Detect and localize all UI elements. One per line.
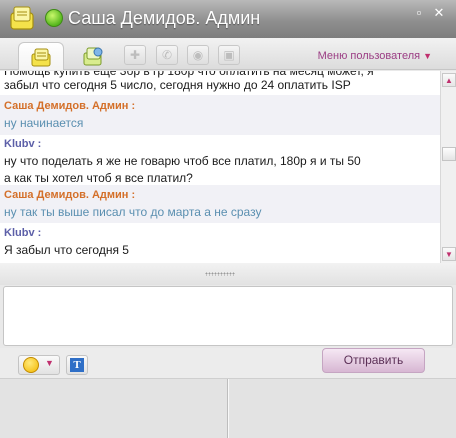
message-text: ну что поделать я же не говарю чтоб все … xyxy=(4,154,361,168)
chat-history[interactable]: Помощь купить еще 3бр в гр 180р что опла… xyxy=(0,71,440,263)
app-logo-icon xyxy=(8,5,38,33)
message-block-klubv: Klubv : ну что поделать я же не говарю ч… xyxy=(0,135,440,185)
scrollbar-thumb[interactable] xyxy=(442,147,456,161)
message-input-box xyxy=(3,286,453,346)
message-sender: Klubv : xyxy=(4,138,42,150)
message-text: ну начинается xyxy=(4,116,84,130)
message-block-admin: Саша Демидов. Админ : ну так ты выше пис… xyxy=(0,185,440,223)
send-button[interactable]: Отправить xyxy=(322,348,425,373)
panel-splitter[interactable] xyxy=(0,263,456,285)
scroll-up-icon[interactable]: ▲ xyxy=(442,73,456,87)
message-sender: Саша Демидов. Админ : xyxy=(4,189,136,201)
online-status-icon[interactable] xyxy=(45,9,63,27)
history-tab-icon xyxy=(83,47,103,66)
video-icon[interactable]: ◉ xyxy=(187,45,209,65)
phone-icon[interactable]: ✆ xyxy=(156,45,178,65)
chevron-down-icon: ▼ xyxy=(423,51,432,61)
drag-handle-icon[interactable] xyxy=(205,272,235,276)
emoticon-button[interactable]: ▼ xyxy=(18,355,60,375)
photo-icon[interactable]: ▣ xyxy=(218,45,240,65)
smiley-icon xyxy=(23,357,39,373)
chat-tab-icon xyxy=(31,48,51,67)
close-icon[interactable]: ✕ xyxy=(432,6,446,20)
message-sender: Klubv : xyxy=(4,227,42,239)
user-menu-label: Меню пользователя xyxy=(317,50,421,62)
message-text: забыл что сегодня 5 число, сегодня нужно… xyxy=(4,78,351,92)
message-block-admin: Саша Демидов. Админ : ну начинается xyxy=(0,95,440,135)
minimize-icon[interactable]: ▫ xyxy=(412,6,426,20)
scroll-down-icon[interactable]: ▼ xyxy=(442,247,456,261)
add-contact-icon[interactable]: ✚ xyxy=(124,45,146,65)
window-title: Саша Демидов. Админ xyxy=(68,8,261,28)
message-block-klubv: Klubv : Я забыл что сегодня 5 xyxy=(0,223,440,263)
message-sender: Саша Демидов. Админ : xyxy=(4,100,136,112)
chat-toolbar: ✚ ✆ ◉ ▣ Меню пользователя ▼ xyxy=(0,38,456,70)
title-bar: Саша Демидов. Админ ▫ ✕ xyxy=(0,0,456,38)
tab-history[interactable] xyxy=(70,42,116,70)
message-text: ну так ты выше писал что до марта а не с… xyxy=(4,205,262,219)
user-menu-button[interactable]: Меню пользователя ▼ xyxy=(318,50,432,62)
chat-scrollbar[interactable]: ▲ ▼ xyxy=(440,71,456,263)
text-format-icon: T xyxy=(70,358,84,372)
chevron-down-icon: ▼ xyxy=(45,358,54,368)
footer-divider-highlight xyxy=(228,379,229,438)
tab-chat[interactable] xyxy=(18,42,64,70)
message-text: Я забыл что сегодня 5 xyxy=(4,243,129,257)
text-format-button[interactable]: T xyxy=(66,355,88,375)
footer-panel xyxy=(0,378,456,438)
message-input[interactable] xyxy=(4,287,452,345)
